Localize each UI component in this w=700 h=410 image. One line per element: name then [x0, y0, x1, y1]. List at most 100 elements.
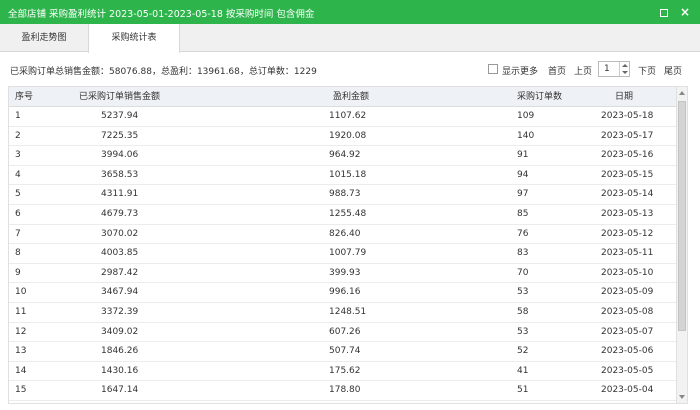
cell-idx: 3 [15, 150, 21, 161]
page-number-value: 1 [604, 64, 610, 74]
scrollbar-thumb[interactable] [678, 101, 686, 331]
prev-page-button[interactable]: 上页 [574, 64, 592, 77]
cell-date: 2023-05-18 [601, 111, 654, 121]
tab-purchase-stats[interactable]: 采购统计表 [88, 24, 180, 53]
table-row[interactable]: 4 3658.53 1015.18 94 2023-05-15 [9, 166, 677, 186]
cell-orders: 109 [517, 111, 535, 121]
cell-orders: 85 [517, 208, 529, 219]
table-header: 序号 已采购订单销售金额 盈利金额 采购订单数 日期 [9, 87, 677, 107]
scroll-down-icon[interactable] [679, 395, 685, 399]
table-row[interactable]: 6 4679.73 1255.48 85 2023-05-13 [9, 205, 677, 225]
cell-profit: 1248.51 [329, 306, 367, 317]
close-icon[interactable]: × [679, 6, 691, 18]
page-number-input[interactable]: 1 [598, 61, 630, 77]
cell-idx: 1 [15, 111, 21, 121]
cell-date: 2023-05-10 [601, 267, 654, 278]
scroll-up-icon[interactable] [679, 91, 685, 95]
cell-date: 2023-05-14 [601, 189, 654, 200]
cell-amount: 4003.85 [101, 248, 139, 259]
cell-idx: 10 [15, 287, 27, 298]
header-date[interactable]: 日期 [615, 87, 633, 107]
cell-profit: 607.26 [329, 326, 361, 337]
cell-profit: 964.92 [329, 150, 361, 161]
cell-date: 2023-05-11 [601, 248, 654, 259]
window-title: 全部店铺 采购盈利统计 2023-05-01-2023-05-18 按采购时间 … [8, 9, 315, 20]
cell-date: 2023-05-16 [601, 150, 654, 161]
cell-orders: 51 [517, 385, 529, 396]
cell-orders: 41 [517, 365, 529, 376]
table-row[interactable]: 1 5237.94 1107.62 109 2023-05-18 [9, 107, 677, 127]
cell-profit: 1107.62 [329, 111, 367, 121]
table-row[interactable]: 13 1846.26 507.74 52 2023-05-06 [9, 342, 677, 362]
vertical-scrollbar[interactable] [676, 87, 687, 403]
cell-amount: 4311.91 [101, 189, 139, 200]
header-idx[interactable]: 序号 [15, 87, 33, 107]
first-page-button[interactable]: 首页 [548, 64, 566, 77]
cell-idx: 13 [15, 346, 27, 357]
header-orders[interactable]: 采购订单数 [517, 87, 562, 107]
cell-idx: 6 [15, 208, 21, 219]
cell-orders: 94 [517, 169, 529, 180]
cell-orders: 58 [517, 306, 529, 317]
window-titlebar: 全部店铺 采购盈利统计 2023-05-01-2023-05-18 按采购时间 … [0, 0, 700, 24]
cell-date: 2023-05-09 [601, 287, 654, 298]
cell-amount: 7225.35 [101, 130, 139, 141]
cell-orders: 76 [517, 228, 529, 239]
cell-amount: 5237.94 [101, 111, 139, 121]
next-page-button[interactable]: 下页 [638, 64, 656, 77]
cell-idx: 5 [15, 189, 21, 200]
cell-date: 2023-05-07 [601, 326, 654, 337]
cell-amount: 3070.02 [101, 228, 139, 239]
table-row[interactable]: 12 3409.02 607.26 53 2023-05-07 [9, 323, 677, 343]
cell-date: 2023-05-04 [601, 385, 654, 396]
cell-date: 2023-05-06 [601, 346, 654, 357]
table-row[interactable]: 10 3467.94 996.16 53 2023-05-09 [9, 283, 677, 303]
cell-amount: 3372.39 [101, 306, 139, 317]
table-row[interactable]: 9 2987.42 399.93 70 2023-05-10 [9, 264, 677, 284]
header-profit[interactable]: 盈利金额 [333, 87, 369, 107]
cell-profit: 996.16 [329, 287, 361, 298]
cell-orders: 91 [517, 150, 529, 161]
cell-amount: 1846.26 [101, 346, 139, 357]
last-page-button[interactable]: 尾页 [664, 64, 682, 77]
cell-profit: 1015.18 [329, 169, 367, 180]
cell-orders: 52 [517, 346, 529, 357]
tab-bar: 盈利走势图 采购统计表 [0, 24, 700, 53]
show-more-label[interactable]: 显示更多 [502, 64, 538, 77]
cell-idx: 9 [15, 267, 21, 278]
cell-date: 2023-05-13 [601, 208, 654, 219]
table-row[interactable]: 15 1647.14 178.80 51 2023-05-04 [9, 381, 677, 401]
table-row[interactable]: 8 4003.85 1007.79 83 2023-05-11 [9, 244, 677, 264]
header-amount[interactable]: 已采购订单销售金额 [79, 87, 160, 107]
cell-orders: 140 [517, 130, 535, 141]
spin-up-icon[interactable] [622, 64, 628, 67]
table-row[interactable]: 5 4311.91 988.73 97 2023-05-14 [9, 185, 677, 205]
show-more-checkbox[interactable] [488, 64, 498, 74]
cell-profit: 826.40 [329, 228, 361, 239]
table-row[interactable]: 14 1430.16 175.62 41 2023-05-05 [9, 362, 677, 382]
table-row[interactable]: 7 3070.02 826.40 76 2023-05-12 [9, 225, 677, 245]
cell-amount: 3467.94 [101, 287, 139, 298]
cell-idx: 4 [15, 169, 21, 180]
table-row[interactable]: 2 7225.35 1920.08 140 2023-05-17 [9, 127, 677, 147]
cell-amount: 3658.53 [101, 169, 139, 180]
restore-icon[interactable] [657, 6, 669, 18]
cell-orders: 97 [517, 189, 529, 200]
spin-down-icon[interactable] [622, 71, 628, 74]
cell-date: 2023-05-05 [601, 365, 654, 376]
cell-orders: 53 [517, 326, 529, 337]
cell-orders: 53 [517, 287, 529, 298]
table-row[interactable]: 11 3372.39 1248.51 58 2023-05-08 [9, 303, 677, 323]
page-spinner[interactable] [619, 62, 629, 76]
tab-profit-trend[interactable]: 盈利走势图 [0, 24, 88, 52]
cell-date: 2023-05-17 [601, 130, 654, 141]
cell-amount: 3409.02 [101, 326, 139, 337]
table-body: 1 5237.94 1107.62 109 2023-05-18 2 7225.… [9, 107, 677, 401]
table-row[interactable]: 3 3994.06 964.92 91 2023-05-16 [9, 146, 677, 166]
cell-idx: 15 [15, 385, 27, 396]
cell-date: 2023-05-15 [601, 169, 654, 180]
cell-amount: 3994.06 [101, 150, 139, 161]
cell-date: 2023-05-08 [601, 306, 654, 317]
cell-profit: 507.74 [329, 346, 361, 357]
cell-profit: 1007.79 [329, 248, 367, 259]
